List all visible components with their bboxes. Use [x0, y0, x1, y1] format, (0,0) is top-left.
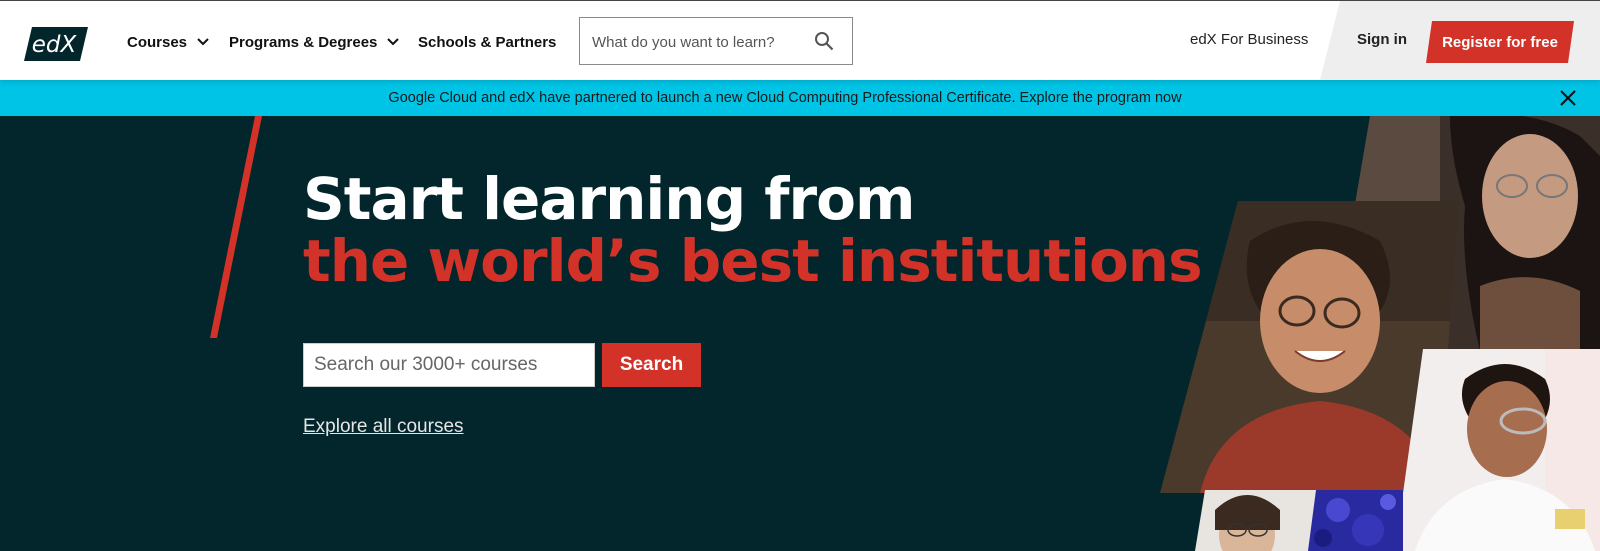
edx-for-business-link[interactable]: edX For Business — [1190, 31, 1308, 48]
header-search-input[interactable] — [590, 18, 804, 66]
hero-search-input[interactable] — [303, 343, 595, 387]
nav-programs-label: Programs & Degrees — [229, 33, 378, 51]
hero-title-line1: Start learning from — [303, 165, 915, 233]
chevron-down-icon — [197, 38, 209, 46]
edx-logo[interactable]: edX — [24, 27, 88, 61]
hero-section: Start learning from the world’s best ins… — [0, 116, 1600, 551]
header-search — [579, 17, 853, 66]
nav-courses[interactable]: Courses — [127, 31, 209, 53]
photo-student-goggles — [1395, 349, 1600, 551]
nav-programs-degrees[interactable]: Programs & Degrees — [229, 31, 400, 53]
nav-schools-partners[interactable]: Schools & Partners — [418, 31, 556, 53]
sign-in-link[interactable]: Sign in — [1357, 31, 1407, 48]
announcement-banner: Google Cloud and edX have partnered to l… — [0, 80, 1600, 116]
register-button[interactable]: Register for free — [1426, 21, 1574, 63]
site-header: edX Courses Programs & Degrees Schools &… — [0, 0, 1600, 80]
hero-title-line2: the world’s best institutions — [303, 227, 1203, 295]
nav-schools-label: Schools & Partners — [418, 33, 557, 51]
explore-all-courses-link[interactable]: Explore all courses — [303, 416, 464, 438]
chevron-down-icon — [387, 38, 400, 46]
photo-abstract-blue — [1308, 490, 1403, 551]
logo-text: edX — [32, 32, 78, 58]
close-icon[interactable] — [1560, 90, 1576, 106]
hero-search-button[interactable]: Search — [602, 343, 701, 387]
decorative-slash — [210, 116, 262, 338]
search-icon[interactable] — [814, 31, 834, 51]
banner-link[interactable]: Google Cloud and edX have partnered to l… — [388, 90, 1181, 106]
photo-woman-bottom — [1195, 490, 1320, 551]
nav-courses-label: Courses — [127, 33, 188, 51]
